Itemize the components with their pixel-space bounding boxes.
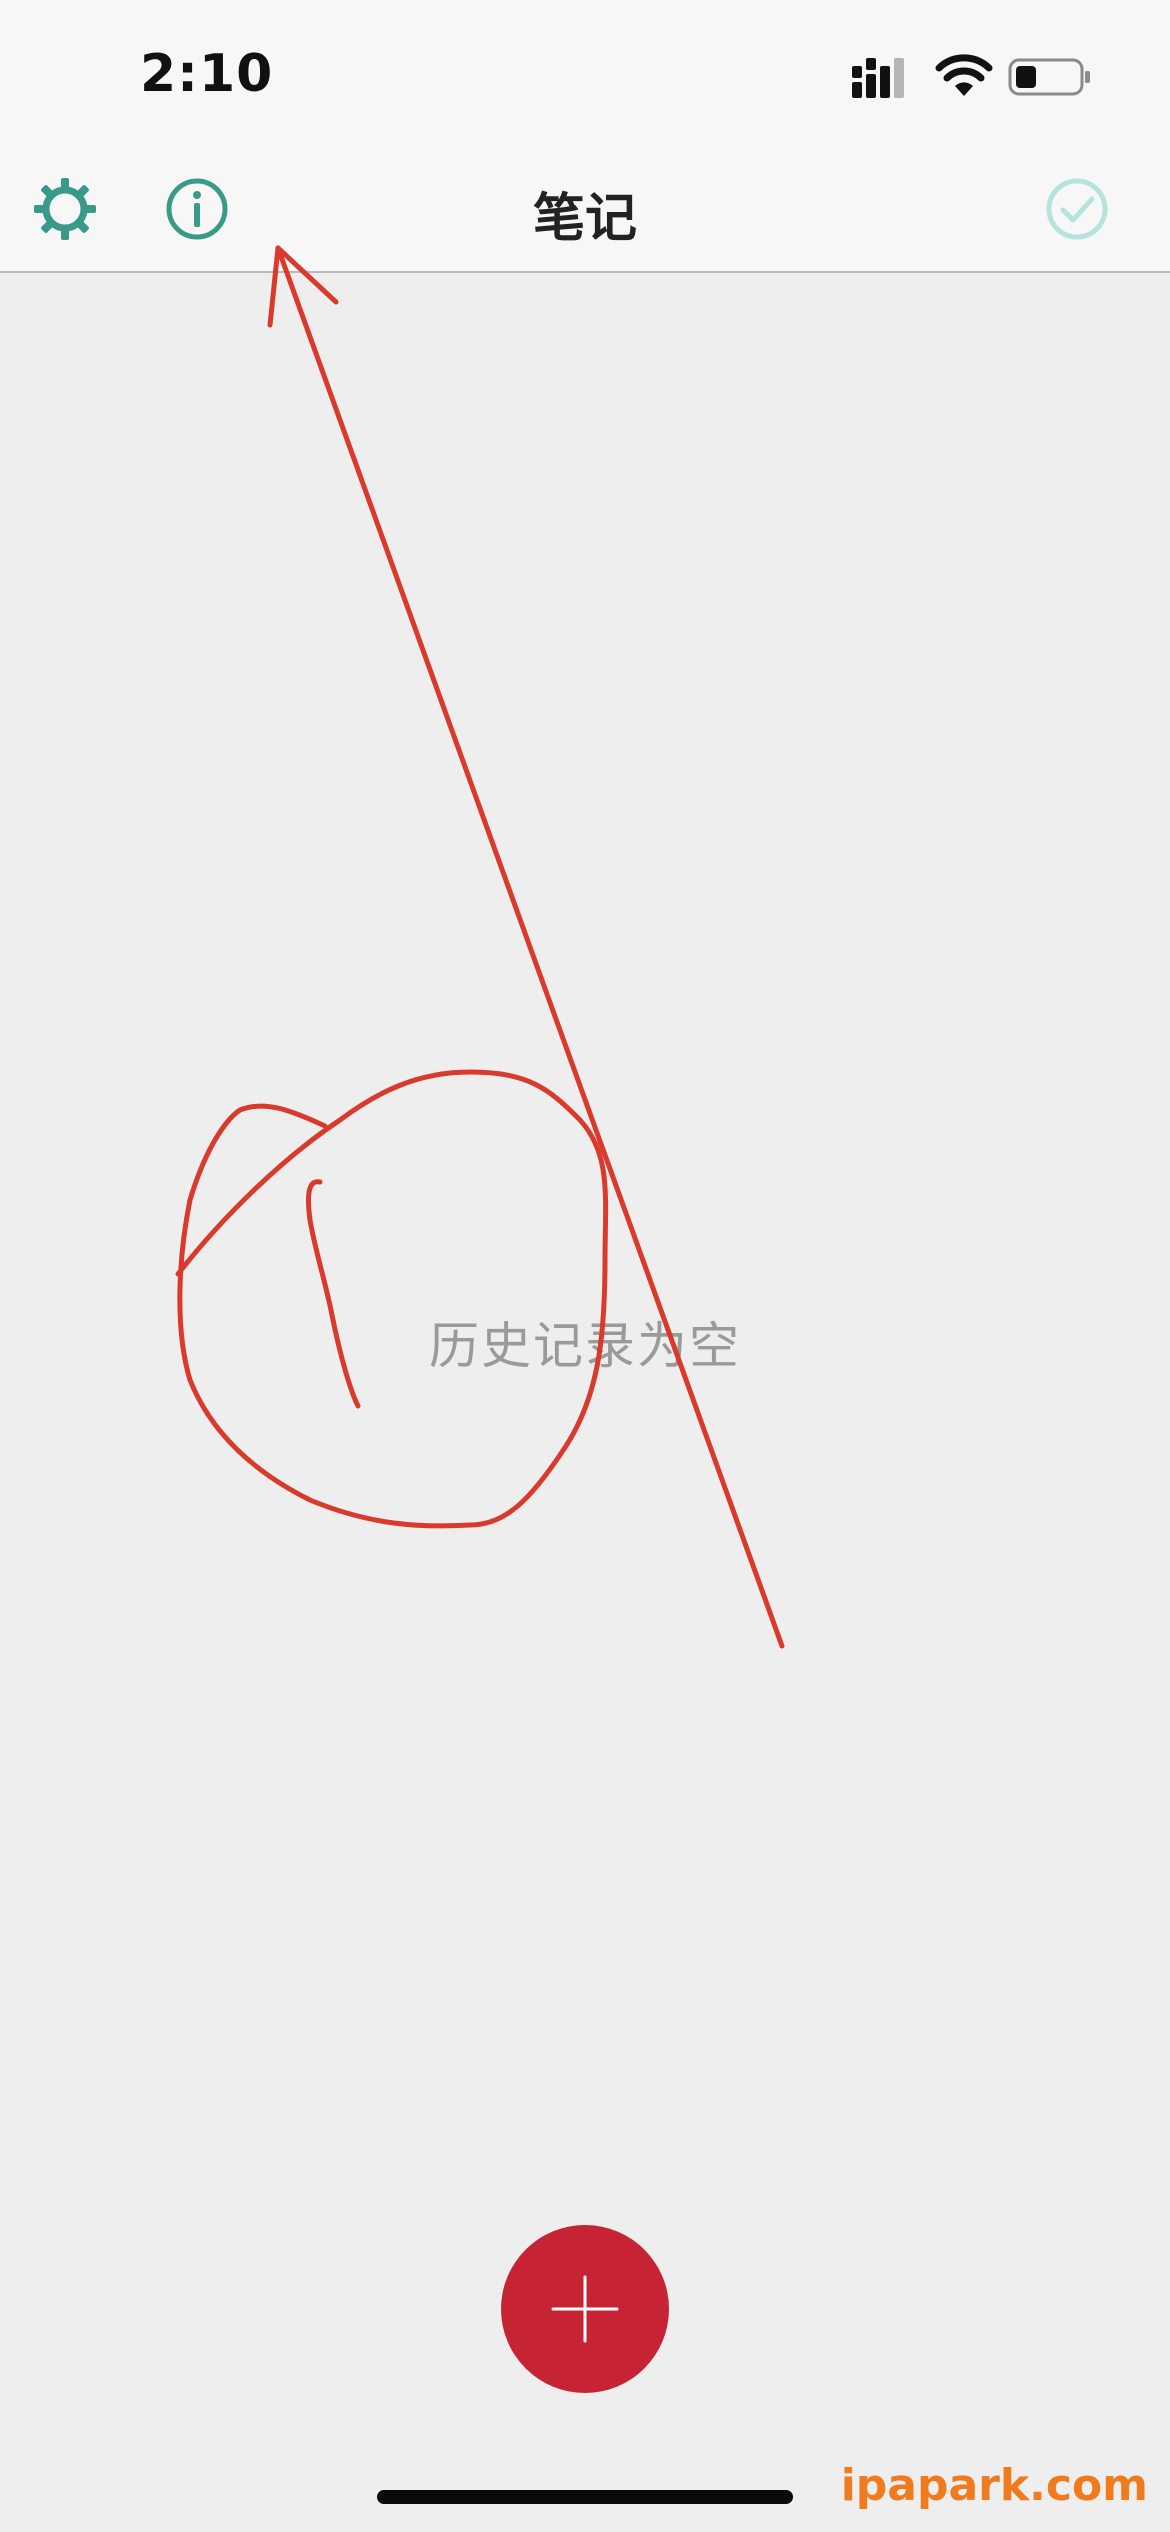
watermark: ipapark.com [840,2460,1148,2511]
notes-screen: 2:10 笔记 历史记录为空 ipapark.com [0,0,1170,2532]
wifi-icon [935,54,993,96]
empty-history-message: 历史记录为空 [429,1317,741,1375]
add-note-button[interactable] [501,2225,669,2393]
annotation-overlay [175,245,785,1649]
page-title: 笔记 [532,189,637,249]
cellular-signal-icon [852,58,904,98]
plus-icon [551,2275,619,2343]
status-time: 2:10 [140,44,274,104]
home-indicator [377,2490,793,2504]
annotation-circle [175,1069,609,1529]
header-area: 2:10 笔记 [0,0,1170,273]
annotation-arrow-line [275,245,785,1649]
check-circle-icon [1046,178,1108,240]
battery-icon [1008,58,1090,96]
done-button[interactable] [1044,176,1110,242]
